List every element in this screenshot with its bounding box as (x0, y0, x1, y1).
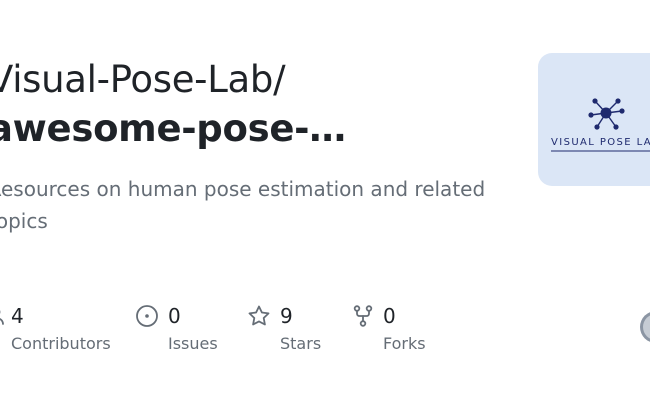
issue-opened-icon (135, 304, 159, 328)
repo-name[interactable]: awesome-pose-… (0, 106, 346, 152)
repo-description: Resources on human pose estimation and r… (0, 177, 486, 233)
network-logo-icon: VISUAL POSE LAB (551, 98, 650, 152)
issues-label: Issues (168, 334, 218, 353)
avatar-image (643, 314, 650, 340)
contributors-count: 4 (11, 304, 24, 328)
repo-forked-icon (351, 304, 375, 328)
forks-count: 0 (383, 304, 396, 328)
forks-label: Forks (383, 334, 426, 353)
people-icon (0, 304, 8, 328)
stars-label: Stars (280, 334, 322, 353)
star-icon (247, 304, 271, 328)
thumbnail-text: VISUAL POSE LAB (551, 137, 650, 148)
issues-count: 0 (168, 304, 181, 328)
repo-thumbnail: VISUAL POSE LAB (538, 53, 650, 186)
stars-count: 9 (280, 304, 293, 328)
contributors-label: Contributors (11, 334, 111, 353)
contributor-avatar[interactable] (640, 311, 650, 343)
repo-owner[interactable]: Visual-Pose-Lab/ (0, 57, 286, 103)
